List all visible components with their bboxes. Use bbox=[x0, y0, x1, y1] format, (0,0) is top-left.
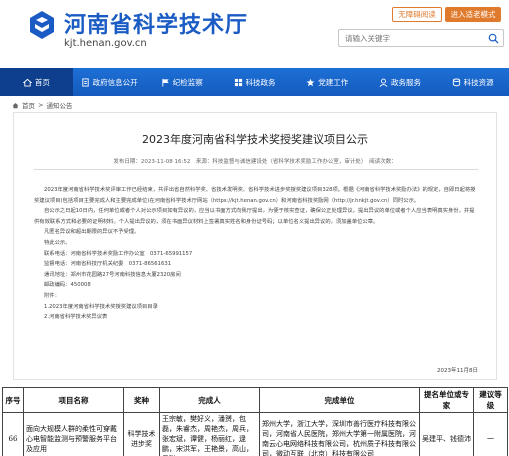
column-header: 完成人 bbox=[159, 387, 260, 413]
article-title: 2023年度河南省科学技术奖授奖建议项目公示 bbox=[142, 133, 368, 146]
cell-project-name: 面向大规模人群的柔性可穿戴心电智能监测与预警服务平台及应用 bbox=[23, 412, 124, 456]
breadcrumb-home[interactable]: 首页 bbox=[22, 100, 35, 110]
nav-item-discipline[interactable]: 纪检监察 bbox=[145, 68, 218, 96]
cell-nominator: 吴建平、钱德沛 bbox=[419, 412, 474, 456]
nav-item-label: 政府信息公开 bbox=[92, 77, 138, 87]
cell-level: 一 bbox=[473, 412, 508, 456]
paragraph: 特此公示。 bbox=[44, 239, 71, 246]
nav-item-service[interactable]: 政务服务 bbox=[364, 68, 437, 96]
cell-units: 郑州大学，浙江大学，深圳市善行医疗科技有限公司，河南省人民医院，郑州大学第一附属… bbox=[259, 412, 420, 456]
site-header: 河南省科学技术厅 kjt.henan.gov.cn 无障碍阅读 进入适老模式 bbox=[0, 0, 509, 68]
grid-icon bbox=[234, 78, 242, 86]
attachment-label: 附件： bbox=[44, 292, 60, 299]
nav-item-label: 纪检监察 bbox=[172, 77, 203, 87]
accessible-reading-button[interactable]: 无障碍阅读 bbox=[392, 7, 442, 22]
document-icon bbox=[81, 77, 89, 87]
paragraph: 2023年度河南省科学技术奖评审工作已经结束，共评出省自然科学奖、省技术发明奖、… bbox=[34, 187, 476, 204]
nav-item-label: 科技资源 bbox=[463, 77, 494, 87]
column-header: 提名单位或专家 bbox=[419, 387, 474, 413]
breadcrumb-separator: > bbox=[38, 101, 44, 109]
home-icon bbox=[12, 102, 19, 108]
star-icon bbox=[306, 78, 315, 86]
column-header: 完成单位 bbox=[259, 387, 420, 413]
contact-line: 监督电话：河南省科技厅机关纪委 0371-86561631 bbox=[44, 261, 172, 268]
cell-award-type: 科学技术进步奖 bbox=[123, 412, 160, 456]
nav-item-resources[interactable]: 科技资源 bbox=[436, 68, 509, 96]
nav-item-label: 科技政务 bbox=[245, 77, 276, 87]
main-nav: 首页 政府信息公开 纪检监察 科技政务 党建工作 政务服务 科技资源 bbox=[0, 68, 509, 96]
article-meta: 发布日期：2023-11-08 16:52 来源：科技监督与诚信建设处（省科学技… bbox=[113, 159, 397, 165]
award-table: 序号 项目名称 奖种 完成人 完成单位 提名单位或专家 建议等级 66 面向大规… bbox=[2, 387, 508, 456]
nav-item-label: 首页 bbox=[34, 77, 50, 87]
paragraph: 凡匿名异议和超出期限的异议不予受理。 bbox=[44, 229, 140, 236]
table-row: 66 面向大规模人群的柔性可穿戴心电智能监测与预警服务平台及应用 科学技术进步奖… bbox=[2, 412, 508, 456]
article-date: 2023年11月8日 bbox=[437, 368, 478, 374]
article-body: 2023年度河南省科学技术奖评审工作已经结束，共评出省自然科学奖、省技术发明奖、… bbox=[34, 185, 478, 323]
site-title[interactable]: 河南省科学技术厅 bbox=[64, 7, 248, 39]
column-header: 建议等级 bbox=[473, 387, 508, 413]
elder-mode-button[interactable]: 进入适老模式 bbox=[445, 7, 501, 22]
attachment-link[interactable]: 1.2023年度河南省科学技术奖授奖建议项目目录 bbox=[34, 302, 478, 313]
nav-item-home[interactable]: 首页 bbox=[0, 68, 73, 96]
resource-icon bbox=[452, 78, 460, 86]
nav-item-party[interactable]: 党建工作 bbox=[291, 68, 364, 96]
contact-line: 邮政编码：450008 bbox=[44, 282, 91, 289]
nav-item-gov-info[interactable]: 政府信息公开 bbox=[73, 68, 146, 96]
table-header-row: 序号 项目名称 奖种 完成人 完成单位 提名单位或专家 建议等级 bbox=[2, 387, 508, 413]
nav-item-affairs[interactable]: 科技政务 bbox=[218, 68, 291, 96]
nav-item-label: 党建工作 bbox=[318, 77, 349, 87]
flag-icon bbox=[162, 78, 169, 87]
breadcrumb-current[interactable]: 通知公告 bbox=[46, 100, 72, 110]
attachment-link[interactable]: 2.河南省科学技术奖异议表 bbox=[34, 312, 478, 323]
cell-no: 66 bbox=[2, 412, 24, 456]
search-icon[interactable] bbox=[488, 33, 499, 44]
search-box bbox=[338, 29, 504, 47]
service-icon bbox=[379, 78, 388, 87]
cell-people: 王宗敏，樊好义，潘赟，包磊，朱睿杰，周艳杰，周兵，张宏斌，谭健，杨丽红，逯鹏，宋… bbox=[159, 412, 260, 456]
contact-line: 联系电话：河南省科学技术奖励工作办公室 0371-65991157 bbox=[44, 250, 193, 257]
site-domain: kjt.henan.gov.cn bbox=[64, 38, 147, 49]
paragraph: 自公示之日起10日内，任何单位或者个人对公示项目如有异议的，应当以书面方式向我厅… bbox=[34, 208, 475, 225]
column-header: 项目名称 bbox=[23, 387, 124, 413]
column-header: 奖种 bbox=[123, 387, 160, 413]
nav-item-label: 政务服务 bbox=[390, 77, 421, 87]
search-input[interactable] bbox=[345, 31, 485, 45]
home-icon bbox=[22, 78, 32, 87]
breadcrumb: 首页 > 通知公告 bbox=[12, 100, 72, 110]
logo-icon bbox=[30, 11, 54, 39]
column-header: 序号 bbox=[2, 387, 24, 413]
contact-line: 通讯地址：郑州市花园路27号河南科技信息大厦2320房间 bbox=[44, 271, 181, 278]
article-panel: 2023年度河南省科学技术奖授奖建议项目公示 发布日期：2023-11-08 1… bbox=[13, 112, 497, 380]
divider bbox=[34, 169, 478, 170]
